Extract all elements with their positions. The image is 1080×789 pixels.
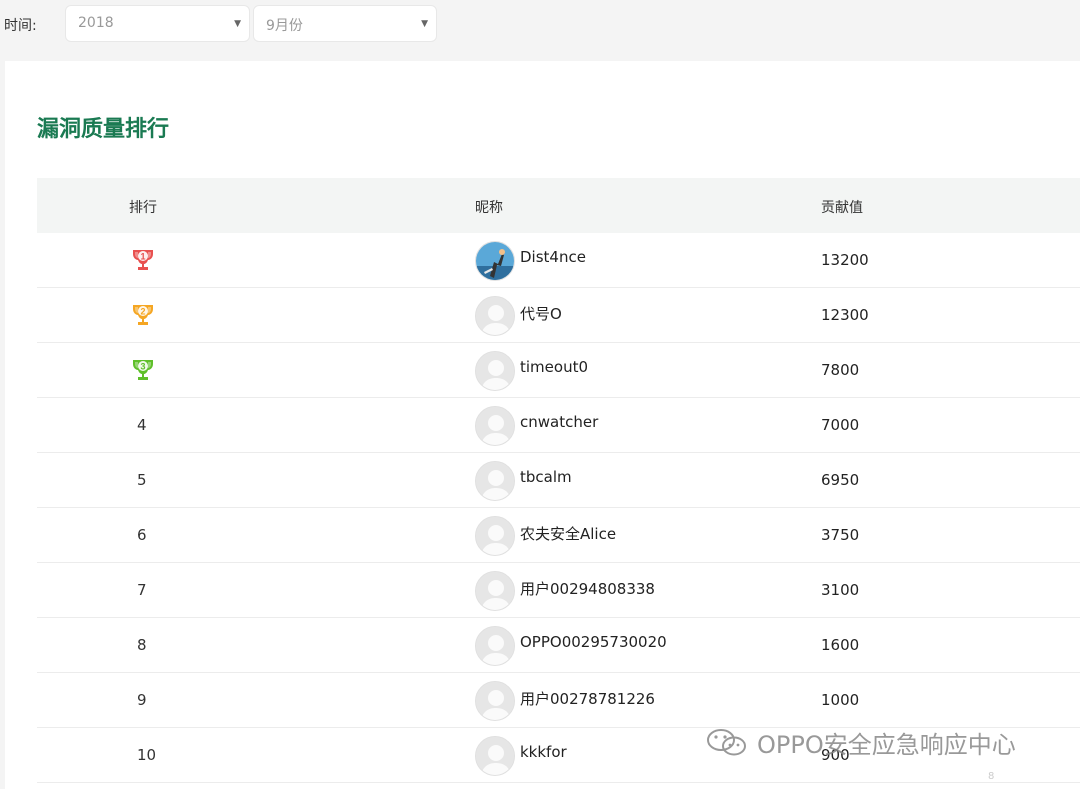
svg-text:2: 2 [140,307,145,317]
table-header: 排行 昵称 贡献值 [37,178,1080,233]
contribution-score: 7000 [821,416,860,434]
contribution-score: 3100 [821,581,860,599]
avatar[interactable] [475,736,515,776]
dropdown-arrow-icon: ▼ [234,19,241,29]
header-score: 贡献值 [821,200,863,216]
nickname[interactable]: 代号O [520,303,562,324]
section-title: 漏洞质量排行 [37,117,170,142]
avatar[interactable] [475,241,515,281]
nickname[interactable]: kkkfor [520,743,567,761]
wechat-icon [707,729,746,756]
contribution-score: 3750 [821,526,860,544]
nickname[interactable]: timeout0 [520,358,588,376]
table-row: 5 tbcalm 6950 [37,453,1080,508]
avatar[interactable] [475,461,515,501]
nickname[interactable]: 用户00278781226 [520,688,655,709]
avatar[interactable] [475,681,515,721]
avatar[interactable] [475,626,515,666]
nickname[interactable]: OPPO00295730020 [520,633,667,651]
contribution-score: 1600 [821,636,860,654]
nickname[interactable]: cnwatcher [520,413,598,431]
table-row: 8 OPPO00295730020 1600 [37,618,1080,673]
table-row: 7 用户00294808338 3100 [37,563,1080,618]
table-row: 3 timeout0 7800 [37,343,1080,398]
rank-number: 5 [137,471,147,489]
avatar[interactable] [475,571,515,611]
rank-number: 4 [137,416,147,434]
filter-bar: 时间: 2018 ▼ 9月份 ▼ [0,0,1080,50]
ranking-panel: 漏洞质量排行 排行 昵称 贡献值 1 Dist4nce 13200 2 代号O 12300… [5,61,1080,789]
year-select-value: 2018 [78,15,114,31]
trophy-icon: 3 [129,356,157,384]
svg-text:3: 3 [140,362,145,372]
table-row: 6 农夫安全Alice 3750 [37,508,1080,563]
month-select-value: 9月份 [266,18,303,34]
avatar[interactable] [475,406,515,446]
table-row: 4 cnwatcher 7000 [37,398,1080,453]
header-rank: 排行 [129,200,157,216]
table-body: 1 Dist4nce 13200 2 代号O 12300 3 timeout0 7800 4 cnw… [37,233,1080,783]
contribution-score: 13200 [821,251,869,269]
avatar[interactable] [475,516,515,556]
contribution-score: 12300 [821,306,869,324]
month-select[interactable]: 9月份 ▼ [253,5,437,42]
watermark-small-mark: 8 [988,771,995,782]
time-filter-label: 时间: [4,18,37,34]
trophy-icon: 2 [129,301,157,329]
contribution-score: 7800 [821,361,860,379]
nickname[interactable]: tbcalm [520,468,572,486]
rank-number: 6 [137,526,147,544]
table-row: 9 用户00278781226 1000 [37,673,1080,728]
rank-number: 9 [137,691,147,709]
nickname[interactable]: Dist4nce [520,248,586,266]
watermark: OPPO安全应急响应中心 [705,725,1016,759]
ranking-table: 排行 昵称 贡献值 1 Dist4nce 13200 2 代号O 12300 3 timeou… [37,178,1080,783]
avatar[interactable] [475,351,515,391]
header-nickname: 昵称 [475,200,503,216]
table-row: 2 代号O 12300 [37,288,1080,343]
nickname[interactable]: 用户00294808338 [520,578,655,599]
trophy-icon: 1 [129,246,157,274]
nickname[interactable]: 农夫安全Alice [520,523,616,544]
table-row: 1 Dist4nce 13200 [37,233,1080,288]
year-select[interactable]: 2018 ▼ [65,5,250,42]
contribution-score: 6950 [821,471,860,489]
avatar[interactable] [475,296,515,336]
svg-text:1: 1 [140,252,145,262]
dropdown-arrow-icon: ▼ [421,19,428,29]
watermark-text: OPPO安全应急响应中心 [757,730,1016,759]
rank-number: 10 [137,746,157,764]
contribution-score: 1000 [821,691,860,709]
rank-number: 8 [137,636,147,654]
rank-number: 7 [137,581,147,599]
